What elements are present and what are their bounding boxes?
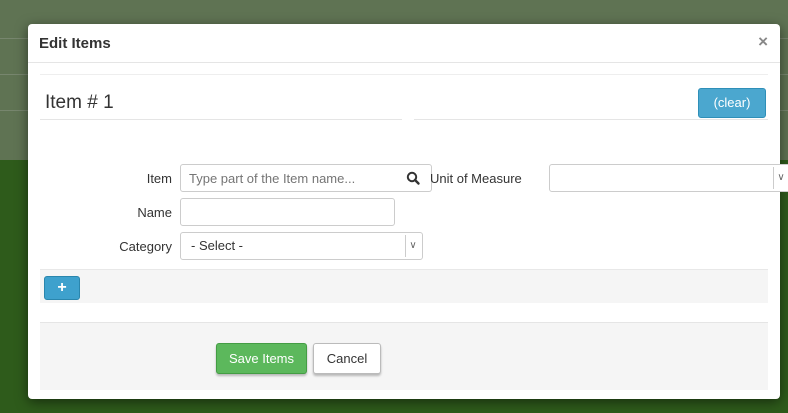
chevron-down-icon: ∨ [773,167,788,189]
clear-button[interactable]: (clear) [698,88,766,118]
add-item-bar: + [40,269,768,303]
category-select[interactable]: - Select - ∨ [180,232,423,260]
edit-items-modal: Edit Items × Item # 1 (clear) Item Unit … [28,24,788,399]
unit-of-measure-select[interactable]: ∨ [549,164,788,192]
item-heading: Item # 1 [45,92,114,113]
category-label: Category [119,239,172,254]
chevron-down-icon: ∨ [405,235,420,257]
close-icon[interactable]: × [758,32,768,52]
name-input[interactable] [180,198,395,226]
modal-title: Edit Items [39,35,111,52]
name-label: Name [137,205,172,220]
divider [40,119,402,120]
search-icon [406,171,420,185]
category-selected: - Select - [191,238,244,253]
save-items-button[interactable]: Save Items [216,343,307,374]
item-search-input[interactable] [180,164,395,192]
unit-of-measure-label: Unit of Measure [430,171,522,186]
add-item-button[interactable]: + [44,276,80,300]
modal-footer: Save Items Cancel [40,322,768,390]
plus-icon: + [57,279,67,296]
divider [414,119,768,120]
item-search-button[interactable] [394,164,432,192]
item-label: Item [146,171,172,186]
cancel-button[interactable]: Cancel [313,343,381,374]
modal-header: Edit Items × [28,24,780,63]
item-panel: Item # 1 (clear) Item Unit of Measure ∨ … [40,74,788,280]
